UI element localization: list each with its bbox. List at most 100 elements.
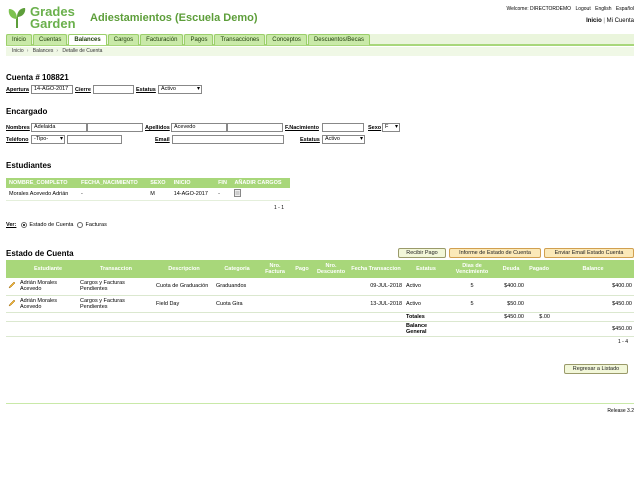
row-transaccion: Cargos y Facturas Pendientes: [78, 278, 154, 296]
col-balance[interactable]: Balance: [552, 260, 634, 278]
table-row: Adrián Morales Acevedo Cargos y Facturas…: [6, 278, 634, 296]
telefono-label: Teléfono: [6, 137, 29, 143]
apellidos-field-2[interactable]: [227, 123, 283, 132]
informe-estado-button[interactable]: Informe de Estado de Cuenta: [449, 248, 541, 258]
nacimiento-field[interactable]: [322, 123, 364, 132]
row-balance: $450.00: [552, 295, 634, 313]
regresar-listado-button[interactable]: Regresar a Listado: [564, 364, 628, 374]
students-table: NOMBRE_COMPLETO FECHA_NACIMIENTO SEXO IN…: [6, 178, 290, 201]
telefono-tipo-select[interactable]: -Tipo-: [31, 135, 65, 144]
nombres-label: Nombres: [6, 125, 30, 131]
radio-estado-cuenta[interactable]: [21, 222, 28, 228]
col-descripcion[interactable]: Descripcion: [154, 260, 214, 278]
col-nombre[interactable]: NOMBRE_COMPLETO: [6, 178, 79, 188]
row-dias: 5: [448, 278, 496, 296]
breadcrumb-balances[interactable]: Balances: [33, 48, 54, 54]
col-pago[interactable]: Pago: [290, 260, 314, 278]
col-pagado[interactable]: Pagado: [526, 260, 552, 278]
telefono-field[interactable]: [67, 135, 122, 144]
release-version: Release 3.2: [607, 408, 634, 414]
estatus-label: Estatus: [136, 87, 156, 93]
row-categoria: Cuota Gira: [214, 295, 260, 313]
cierre-label: Cierre: [75, 87, 91, 93]
breadcrumb-current: Detalle de Cuenta: [62, 48, 103, 54]
row-nro-factura: [260, 295, 290, 313]
totales-row: Totales $450.00 $.00: [6, 312, 634, 322]
tab-transacciones[interactable]: Transacciones: [214, 34, 266, 45]
pencil-icon[interactable]: [8, 299, 16, 307]
row-descripcion: Cuota de Graduación: [154, 278, 214, 296]
recibir-pago-button[interactable]: Recibir Pago: [398, 248, 446, 258]
document-icon[interactable]: [234, 188, 242, 197]
app-title: Adiestamientos (Escuela Demo): [90, 12, 258, 24]
espanol-link[interactable]: Español: [616, 6, 634, 12]
apellidos-field-1[interactable]: Acevedo: [171, 123, 227, 132]
apertura-field[interactable]: 14-AGO-2017: [31, 85, 73, 94]
logout-link[interactable]: Logout: [575, 6, 590, 12]
row-dias: 5: [448, 295, 496, 313]
tab-balances[interactable]: Balances: [68, 34, 107, 45]
sub-links: Inicio | Mi Cuenta: [586, 18, 634, 24]
nombres-field-1[interactable]: Adelaida: [31, 123, 87, 132]
col-dias-vencimiento[interactable]: Dias de Vencimiento: [448, 260, 496, 278]
col-nro-factura[interactable]: Nro. Factura: [260, 260, 290, 278]
radio-facturas[interactable]: [77, 222, 84, 228]
sexo-select[interactable]: F: [382, 123, 400, 132]
main-nav: Inicio Cuentas Balances Cargos Facturaci…: [6, 34, 634, 46]
row-nro-descuento: [314, 295, 348, 313]
col-nro-descuento[interactable]: Nro. Descuento: [314, 260, 348, 278]
pencil-icon[interactable]: [8, 281, 16, 289]
tab-cargos[interactable]: Cargos: [107, 34, 140, 45]
nombres-field-2[interactable]: [87, 123, 143, 132]
tab-facturacion[interactable]: Facturación: [140, 34, 184, 45]
tab-conceptos[interactable]: Conceptos: [266, 34, 307, 45]
tab-cuentas[interactable]: Cuentas: [33, 34, 68, 45]
english-link[interactable]: English: [595, 6, 611, 12]
estado-header-row: Estudiante Transaccion Descripcion Categ…: [6, 260, 634, 278]
row-estatus: Activo: [404, 295, 448, 313]
row-pagado: [526, 278, 552, 296]
row-pago: [290, 278, 314, 296]
col-inicio[interactable]: INICIO: [170, 178, 216, 188]
col-estatus[interactable]: Estatus: [404, 260, 448, 278]
apellidos-label: Apellidos: [145, 125, 170, 131]
encargado-estatus-select[interactable]: Activo: [322, 135, 365, 144]
welcome-text: Welcome: DIRECTORDEMO: [506, 6, 572, 12]
breadcrumb-inicio[interactable]: Inicio: [12, 48, 24, 54]
tab-pagos[interactable]: Pagos: [184, 34, 214, 45]
col-fecha-transaccion[interactable]: Fecha Transaccion: [348, 260, 404, 278]
cierre-field[interactable]: [93, 85, 134, 94]
col-deuda[interactable]: Deuda: [496, 260, 526, 278]
grades-garden-logo[interactable]: Grades Garden: [6, 4, 86, 30]
tab-descuentos-becas[interactable]: Descuentos/Becas: [307, 34, 370, 45]
col-edit: [6, 260, 18, 278]
encargado-title: Encargado: [6, 107, 48, 116]
row-balance: $400.00: [552, 278, 634, 296]
tab-inicio[interactable]: Inicio: [6, 34, 33, 45]
row-fecha: 09-JUL-2018: [348, 278, 404, 296]
col-categoria[interactable]: Categoria: [214, 260, 260, 278]
col-transaccion[interactable]: Transaccion: [78, 260, 154, 278]
col-estudiante[interactable]: Estudiante: [18, 260, 78, 278]
col-sexo[interactable]: SEXO: [147, 178, 171, 188]
enviar-email-button[interactable]: Enviar Email Estado Cuenta: [544, 248, 634, 258]
row-estudiante: Adrián Morales Acevedo: [18, 295, 78, 313]
radio-facturas-label: Facturas: [85, 222, 107, 228]
col-fin[interactable]: FIN: [215, 178, 232, 188]
inicio-link[interactable]: Inicio: [586, 18, 602, 24]
estatus-select[interactable]: Activo: [158, 85, 202, 94]
mi-cuenta-link[interactable]: Mi Cuenta: [607, 18, 634, 24]
totales-pagado: $.00: [526, 312, 552, 322]
student-end: -: [215, 188, 232, 201]
balance-general-label: Balance General: [404, 321, 448, 337]
encargado-estatus-label: Estatus: [300, 137, 320, 143]
col-anadir-cargos: AÑADIR CARGOS: [231, 178, 290, 188]
add-charge-cell: [231, 188, 290, 201]
col-nacimiento[interactable]: FECHA_NACIMIENTO: [78, 178, 148, 188]
apertura-label: Apertura: [6, 87, 29, 93]
row-estatus: Activo: [404, 278, 448, 296]
students-header-row: NOMBRE_COMPLETO FECHA_NACIMIENTO SEXO IN…: [6, 178, 290, 188]
balance-general-row: Balance General $450.00: [6, 321, 634, 337]
email-field[interactable]: [172, 135, 284, 144]
view-selector: Ver: Estado de Cuenta Facturas: [6, 222, 107, 228]
